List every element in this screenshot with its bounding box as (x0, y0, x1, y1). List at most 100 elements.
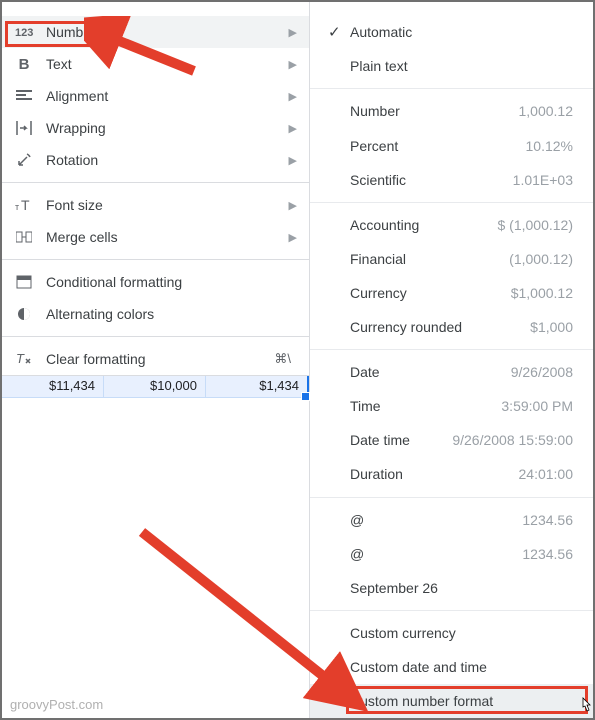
format-menu: 123 Number ▶ B Text ▶ Alignment ▶ Wrappi… (2, 2, 310, 718)
label: Scientific (350, 172, 513, 188)
divider (310, 88, 593, 89)
menu-font-size[interactable]: тT Font size ▶ (2, 189, 309, 221)
menu-wrapping-label: Wrapping (46, 120, 289, 136)
example: (1,000.12) (509, 251, 573, 267)
submenu-at-2[interactable]: @ 1234.56 (310, 537, 593, 571)
svg-text:123: 123 (15, 27, 33, 39)
example: $1,000.12 (511, 285, 573, 301)
submenu-date[interactable]: Date 9/26/2008 (310, 355, 593, 389)
divider (310, 497, 593, 498)
example: 24:01:00 (519, 466, 574, 482)
menu-text[interactable]: B Text ▶ (2, 48, 309, 80)
label: @ (350, 546, 522, 562)
label: Automatic (350, 24, 573, 40)
label: Currency (350, 285, 511, 301)
menu-text-label: Text (46, 56, 289, 72)
cursor-pointer-icon (579, 697, 595, 714)
submenu-september-26[interactable]: September 26 (310, 571, 593, 605)
example: 3:59:00 PM (501, 398, 573, 414)
submenu-currency[interactable]: Currency $1,000.12 (310, 276, 593, 310)
chevron-right-icon: ▶ (289, 90, 297, 103)
example: 9/26/2008 (511, 364, 573, 380)
label: Currency rounded (350, 319, 530, 335)
example: 9/26/2008 15:59:00 (452, 432, 573, 448)
submenu-accounting[interactable]: Accounting $ (1,000.12) (310, 208, 593, 242)
menu-clear-label: Clear formatting (46, 351, 274, 367)
example: $1,000 (530, 319, 573, 335)
menu-conditional-formatting[interactable]: Conditional formatting (2, 266, 309, 298)
submenu-time[interactable]: Time 3:59:00 PM (310, 389, 593, 423)
menu-rotation[interactable]: Rotation ▶ (2, 144, 309, 176)
label: Duration (350, 466, 519, 482)
cell[interactable]: $1,434 (206, 376, 309, 397)
submenu-custom-date-time[interactable]: Custom date and time (310, 650, 593, 684)
spreadsheet-selected-row[interactable]: $11,434 $10,000 $1,434 (2, 376, 309, 398)
label: Percent (350, 138, 526, 154)
submenu-automatic[interactable]: ✓ Automatic (310, 15, 593, 49)
menu-alternating-label: Alternating colors (46, 306, 297, 322)
menu-number[interactable]: 123 Number ▶ (2, 16, 309, 48)
menu-merge-label: Merge cells (46, 229, 289, 245)
check-icon: ✓ (328, 23, 350, 41)
menu-alternating-colors[interactable]: Alternating colors (2, 298, 309, 330)
menu-alignment[interactable]: Alignment ▶ (2, 80, 309, 112)
example: 10.12% (526, 138, 573, 154)
label: September 26 (350, 580, 573, 596)
chevron-right-icon: ▶ (289, 58, 297, 71)
example: 1.01E+03 (513, 172, 573, 188)
cell[interactable]: $10,000 (104, 376, 206, 397)
example: 1234.56 (522, 512, 573, 528)
submenu-at-1[interactable]: @ 1234.56 (310, 503, 593, 537)
menu-merge-cells[interactable]: Merge cells ▶ (2, 221, 309, 253)
label: Custom number format (350, 693, 573, 709)
chevron-right-icon: ▶ (289, 154, 297, 167)
divider (2, 182, 309, 183)
example: 1234.56 (522, 546, 573, 562)
divider (310, 349, 593, 350)
cell[interactable]: $11,434 (2, 376, 104, 397)
divider (310, 610, 593, 611)
menu-font-size-label: Font size (46, 197, 289, 213)
menu-wrapping[interactable]: Wrapping ▶ (2, 112, 309, 144)
label: Date (350, 364, 511, 380)
example: 1,000.12 (519, 103, 574, 119)
menu-clear-formatting[interactable]: T Clear formatting ⌘\ (2, 343, 309, 375)
menu-number-label: Number (46, 24, 289, 40)
spreadsheet-area: $11,434 $10,000 $1,434 (2, 375, 309, 718)
clear-format-icon: T (14, 349, 34, 369)
submenu-duration[interactable]: Duration 24:01:00 (310, 457, 593, 491)
number-submenu: ✓ Automatic Plain text Number 1,000.12 P… (310, 2, 593, 718)
submenu-scientific[interactable]: Scientific 1.01E+03 (310, 163, 593, 197)
submenu-financial[interactable]: Financial (1,000.12) (310, 242, 593, 276)
divider (2, 259, 309, 260)
rotation-icon (14, 150, 34, 170)
submenu-percent[interactable]: Percent 10.12% (310, 129, 593, 163)
menu-rotation-label: Rotation (46, 152, 289, 168)
chevron-right-icon: ▶ (289, 122, 297, 135)
menu-conditional-label: Conditional formatting (46, 274, 297, 290)
conditional-format-icon (14, 272, 34, 292)
font-size-icon: тT (14, 195, 34, 215)
wrap-icon (14, 118, 34, 138)
watermark: groovyPost.com (10, 697, 103, 712)
chevron-right-icon: ▶ (289, 26, 297, 39)
submenu-custom-number-format[interactable]: Custom number format (310, 684, 593, 718)
bold-icon: B (14, 54, 34, 74)
label: Financial (350, 251, 509, 267)
menu-alignment-label: Alignment (46, 88, 289, 104)
alternating-colors-icon (14, 304, 34, 324)
submenu-currency-rounded[interactable]: Currency rounded $1,000 (310, 310, 593, 344)
submenu-date-time[interactable]: Date time 9/26/2008 15:59:00 (310, 423, 593, 457)
submenu-plain-text[interactable]: Plain text (310, 49, 593, 83)
svg-text:T: T (21, 198, 30, 212)
label: Number (350, 103, 519, 119)
submenu-number[interactable]: Number 1,000.12 (310, 94, 593, 128)
number-icon: 123 (14, 22, 34, 42)
submenu-custom-currency[interactable]: Custom currency (310, 616, 593, 650)
label: Accounting (350, 217, 498, 233)
divider (310, 202, 593, 203)
merge-icon (14, 227, 34, 247)
chevron-right-icon: ▶ (289, 199, 297, 212)
shortcut-text: ⌘\ (274, 351, 291, 367)
example: $ (1,000.12) (498, 217, 574, 233)
